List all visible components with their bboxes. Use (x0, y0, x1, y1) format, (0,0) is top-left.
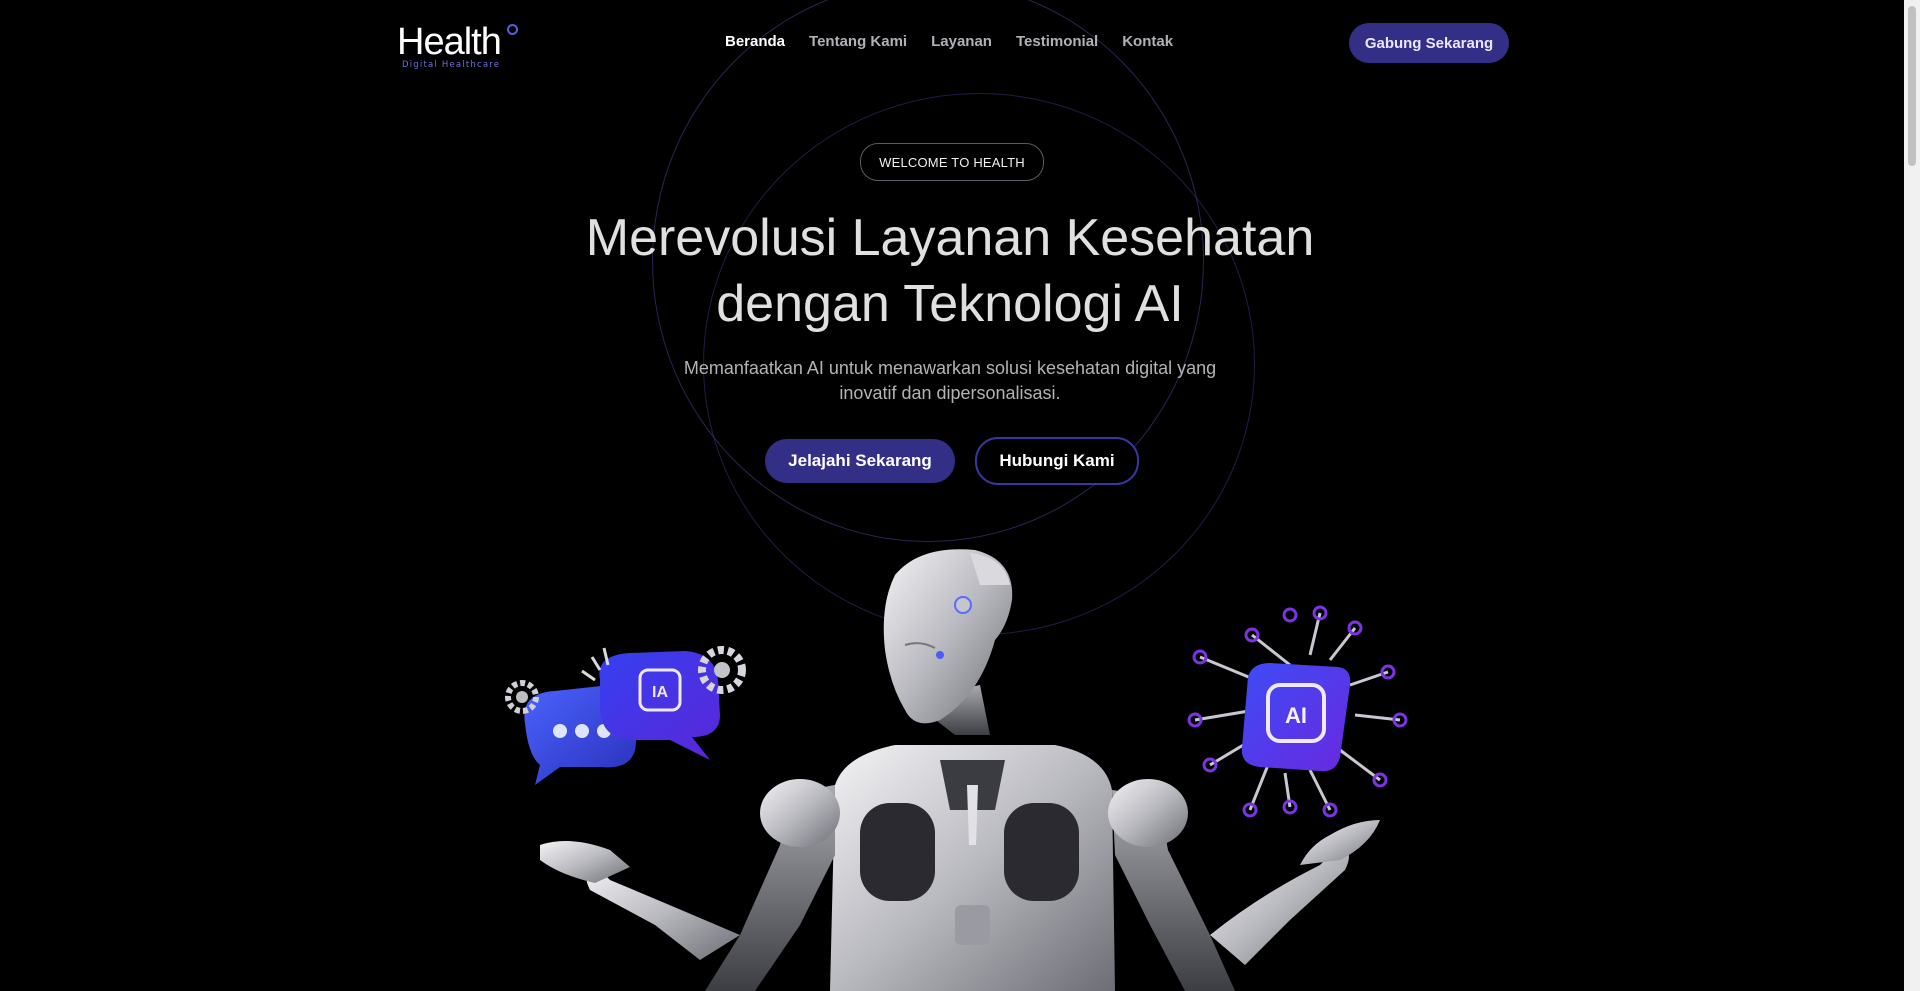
nav-item-testimonial[interactable]: Testimonial (1016, 33, 1098, 50)
logo[interactable]: Health Digital Healthcare (397, 20, 522, 72)
right-chip-label: AI (1285, 703, 1307, 728)
nav-item-beranda[interactable]: Beranda (725, 33, 785, 50)
nav-item-tentang-kami[interactable]: Tentang Kami (809, 33, 907, 50)
scrollbar-thumb[interactable] (1908, 6, 1916, 166)
gear-icon (505, 680, 539, 714)
join-now-button[interactable]: Gabung Sekarang (1349, 23, 1509, 63)
hero-title-line-2: dengan Teknologi AI (716, 275, 1184, 333)
logo-dot-icon (507, 24, 518, 35)
left-chip-label: IA (652, 684, 668, 701)
contact-us-button[interactable]: Hubungi Kami (975, 437, 1139, 485)
hero-title-line-1: Merevolusi Layanan Kesehatan (585, 209, 1315, 267)
robot-head (883, 549, 1013, 724)
nav-item-layanan[interactable]: Layanan (931, 33, 992, 50)
logo-tagline: Digital Healthcare (402, 60, 501, 70)
page-scrollbar[interactable] (1904, 0, 1920, 991)
welcome-badge: WELCOME TO HEALTH (860, 143, 1044, 181)
explore-now-button[interactable]: Jelajahi Sekarang (765, 439, 955, 483)
logo-wordmark: Health (397, 21, 502, 63)
main-nav: Beranda Tentang Kami Layanan Testimonial… (725, 33, 1173, 50)
nav-item-kontak[interactable]: Kontak (1122, 33, 1173, 50)
chip-icon: AI (1187, 605, 1408, 818)
landing-page: Health Digital Healthcare Beranda Tentan… (0, 0, 1904, 991)
robot-torso (830, 745, 1115, 991)
robot-illustration: IA AI (505, 549, 1408, 991)
hero-subtitle: Memanfaatkan AI untuk menawarkan solusi … (683, 358, 1217, 403)
hero-title: Merevolusi Layanan Kesehatan dengan Tekn… (560, 205, 1340, 337)
